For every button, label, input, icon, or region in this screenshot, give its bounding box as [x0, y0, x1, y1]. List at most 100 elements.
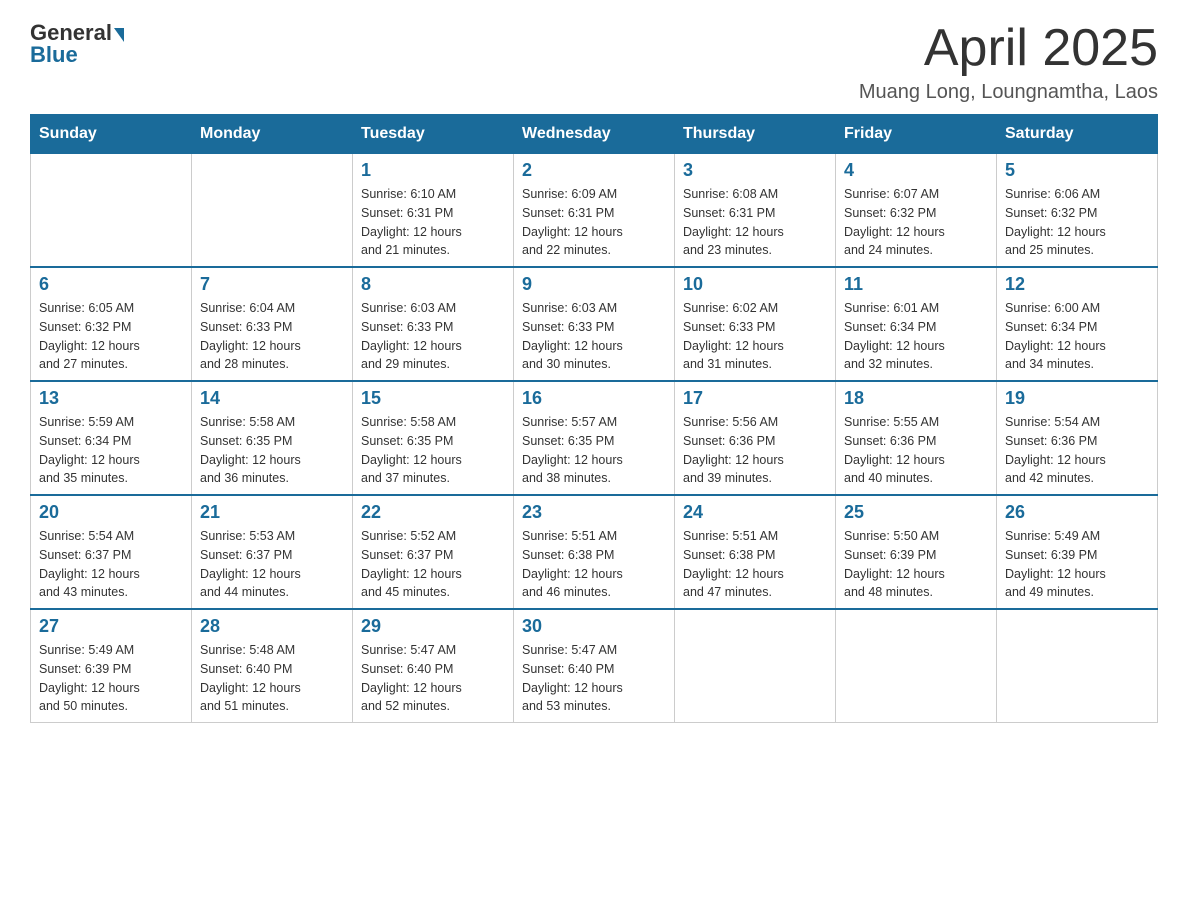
calendar-cell: 29Sunrise: 5:47 AM Sunset: 6:40 PM Dayli… — [353, 609, 514, 723]
weekday-header-row: SundayMondayTuesdayWednesdayThursdayFrid… — [31, 115, 1158, 154]
day-number: 29 — [361, 616, 505, 637]
day-number: 6 — [39, 274, 183, 295]
calendar-cell: 24 Sunrise: 5:51 AM Sunset: 6:38 PM Dayli… — [675, 495, 836, 609]
day-info: Sunrise: 5:51 AM Sunset: 6:38 PM Dayligh… — [683, 527, 827, 602]
day-number: 24 — [683, 502, 827, 523]
calendar-cell: 22 Sunrise: 5:52 AM Sunset: 6:37 PM Dayli… — [353, 495, 514, 609]
day-info: Sunrise: 5:54 AM Sunset: 6:36 PM Dayligh… — [1005, 413, 1149, 488]
calendar-cell — [997, 609, 1158, 723]
month-title: April 2025 — [859, 20, 1158, 77]
day-info: Sunrise: 6:05 AM Sunset: 6:32 PM Dayligh… — [39, 299, 183, 374]
calendar-cell: 25 Sunrise: 5:50 AM Sunset: 6:39 PM Dayli… — [836, 495, 997, 609]
day-number: 2 — [522, 160, 666, 181]
calendar-cell — [192, 154, 353, 268]
day-info: Sunrise: 6:06 AM Sunset: 6:32 PM Dayligh… — [1005, 185, 1149, 260]
day-info: Sunrise: 6:07 AM Sunset: 6:32 PM Dayligh… — [844, 185, 988, 260]
day-info: Sunrise: 5:55 AM Sunset: 6:36 PM Dayligh… — [844, 413, 988, 488]
calendar-table: SundayMondayTuesdayWednesdayThursdayFrid… — [30, 114, 1158, 723]
day-info: Sunrise: 6:09 AM Sunset: 6:31 PM Dayligh… — [522, 185, 666, 260]
day-info: Sunrise: 5:53 AM Sunset: 6:37 PM Dayligh… — [200, 527, 344, 602]
calendar-week-2: 6 Sunrise: 6:05 AM Sunset: 6:32 PM Daylig… — [31, 267, 1158, 381]
calendar-cell: 28 Sunrise: 5:48 AM Sunset: 6:40 PM Dayli… — [192, 609, 353, 723]
calendar-cell: 18 Sunrise: 5:55 AM Sunset: 6:36 PM Dayli… — [836, 381, 997, 495]
day-number: 5 — [1005, 160, 1149, 181]
logo-arrow-icon — [114, 28, 124, 42]
weekday-header-tuesday: Tuesday — [353, 115, 514, 154]
day-info: Sunrise: 5:59 AM Sunset: 6:34 PM Dayligh… — [39, 413, 183, 488]
day-info: Sunrise: 5:49 AM Sunset: 6:39 PM Dayligh… — [1005, 527, 1149, 602]
day-number: 28 — [200, 616, 344, 637]
calendar-cell: 13Sunrise: 5:59 AM Sunset: 6:34 PM Dayli… — [31, 381, 192, 495]
day-info: Sunrise: 6:01 AM Sunset: 6:34 PM Dayligh… — [844, 299, 988, 374]
calendar-week-1: 1 Sunrise: 6:10 AM Sunset: 6:31 PM Daylig… — [31, 154, 1158, 268]
weekday-header-saturday: Saturday — [997, 115, 1158, 154]
title-block: April 2025 Muang Long, Loungnamtha, Laos — [859, 20, 1158, 104]
calendar-cell: 16 Sunrise: 5:57 AM Sunset: 6:35 PM Dayli… — [514, 381, 675, 495]
weekday-header-monday: Monday — [192, 115, 353, 154]
day-info: Sunrise: 6:00 AM Sunset: 6:34 PM Dayligh… — [1005, 299, 1149, 374]
calendar-cell: 23 Sunrise: 5:51 AM Sunset: 6:38 PM Dayli… — [514, 495, 675, 609]
day-info: Sunrise: 6:10 AM Sunset: 6:31 PM Dayligh… — [361, 185, 505, 260]
day-info: Sunrise: 6:03 AM Sunset: 6:33 PM Dayligh… — [522, 299, 666, 374]
day-number: 25 — [844, 502, 988, 523]
day-number: 4 — [844, 160, 988, 181]
calendar-cell — [675, 609, 836, 723]
day-number: 18 — [844, 388, 988, 409]
day-number: 10 — [683, 274, 827, 295]
day-info: Sunrise: 6:02 AM Sunset: 6:33 PM Dayligh… — [683, 299, 827, 374]
calendar-cell: 14Sunrise: 5:58 AM Sunset: 6:35 PM Dayli… — [192, 381, 353, 495]
day-info: Sunrise: 5:54 AM Sunset: 6:37 PM Dayligh… — [39, 527, 183, 602]
calendar-cell: 7Sunrise: 6:04 AM Sunset: 6:33 PM Daylig… — [192, 267, 353, 381]
day-info: Sunrise: 5:48 AM Sunset: 6:40 PM Dayligh… — [200, 641, 344, 716]
day-number: 8 — [361, 274, 505, 295]
day-info: Sunrise: 5:51 AM Sunset: 6:38 PM Dayligh… — [522, 527, 666, 602]
day-number: 7 — [200, 274, 344, 295]
calendar-week-3: 13Sunrise: 5:59 AM Sunset: 6:34 PM Dayli… — [31, 381, 1158, 495]
day-number: 15 — [361, 388, 505, 409]
calendar-cell: 1 Sunrise: 6:10 AM Sunset: 6:31 PM Daylig… — [353, 154, 514, 268]
day-number: 27 — [39, 616, 183, 637]
calendar-cell: 12 Sunrise: 6:00 AM Sunset: 6:34 PM Dayli… — [997, 267, 1158, 381]
logo-blue-text: Blue — [30, 42, 78, 68]
calendar-cell: 30 Sunrise: 5:47 AM Sunset: 6:40 PM Dayli… — [514, 609, 675, 723]
calendar-cell: 20 Sunrise: 5:54 AM Sunset: 6:37 PM Dayli… — [31, 495, 192, 609]
calendar-body: 1 Sunrise: 6:10 AM Sunset: 6:31 PM Daylig… — [31, 154, 1158, 723]
day-info: Sunrise: 5:57 AM Sunset: 6:35 PM Dayligh… — [522, 413, 666, 488]
calendar-cell — [31, 154, 192, 268]
day-info: Sunrise: 5:52 AM Sunset: 6:37 PM Dayligh… — [361, 527, 505, 602]
day-info: Sunrise: 5:56 AM Sunset: 6:36 PM Dayligh… — [683, 413, 827, 488]
day-number: 9 — [522, 274, 666, 295]
day-number: 17 — [683, 388, 827, 409]
calendar-cell: 15Sunrise: 5:58 AM Sunset: 6:35 PM Dayli… — [353, 381, 514, 495]
page-header: General Blue April 2025 Muang Long, Loun… — [30, 20, 1158, 104]
day-info: Sunrise: 6:03 AM Sunset: 6:33 PM Dayligh… — [361, 299, 505, 374]
calendar-cell: 27Sunrise: 5:49 AM Sunset: 6:39 PM Dayli… — [31, 609, 192, 723]
day-number: 3 — [683, 160, 827, 181]
calendar-cell: 17 Sunrise: 5:56 AM Sunset: 6:36 PM Dayli… — [675, 381, 836, 495]
calendar-cell: 10 Sunrise: 6:02 AM Sunset: 6:33 PM Dayli… — [675, 267, 836, 381]
calendar-cell — [836, 609, 997, 723]
day-number: 21 — [200, 502, 344, 523]
calendar-cell: 4 Sunrise: 6:07 AM Sunset: 6:32 PM Daylig… — [836, 154, 997, 268]
day-number: 12 — [1005, 274, 1149, 295]
calendar-header: SundayMondayTuesdayWednesdayThursdayFrid… — [31, 115, 1158, 154]
calendar-cell: 8 Sunrise: 6:03 AM Sunset: 6:33 PM Daylig… — [353, 267, 514, 381]
day-number: 20 — [39, 502, 183, 523]
day-number: 19 — [1005, 388, 1149, 409]
day-number: 16 — [522, 388, 666, 409]
calendar-cell: 26Sunrise: 5:49 AM Sunset: 6:39 PM Dayli… — [997, 495, 1158, 609]
day-number: 30 — [522, 616, 666, 637]
weekday-header-thursday: Thursday — [675, 115, 836, 154]
day-info: Sunrise: 5:47 AM Sunset: 6:40 PM Dayligh… — [522, 641, 666, 716]
day-number: 11 — [844, 274, 988, 295]
weekday-header-sunday: Sunday — [31, 115, 192, 154]
calendar-week-4: 20 Sunrise: 5:54 AM Sunset: 6:37 PM Dayli… — [31, 495, 1158, 609]
day-number: 22 — [361, 502, 505, 523]
logo: General Blue — [30, 20, 126, 68]
weekday-header-friday: Friday — [836, 115, 997, 154]
day-number: 1 — [361, 160, 505, 181]
day-info: Sunrise: 5:50 AM Sunset: 6:39 PM Dayligh… — [844, 527, 988, 602]
weekday-header-wednesday: Wednesday — [514, 115, 675, 154]
calendar-cell: 2 Sunrise: 6:09 AM Sunset: 6:31 PM Daylig… — [514, 154, 675, 268]
day-number: 23 — [522, 502, 666, 523]
